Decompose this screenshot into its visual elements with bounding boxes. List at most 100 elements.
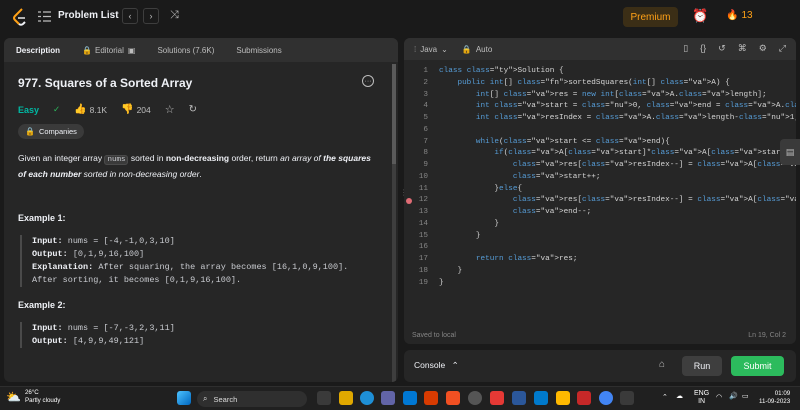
desc-bold: non-decreasing bbox=[165, 153, 230, 163]
output-label: Output: bbox=[32, 249, 68, 259]
format-braces-icon[interactable]: {} bbox=[700, 43, 706, 54]
tab-description[interactable]: Description bbox=[16, 46, 60, 55]
code-line[interactable]: 13 class="va">end--; bbox=[404, 207, 796, 219]
leetcode-taskbar-icon[interactable] bbox=[620, 391, 634, 405]
code-line[interactable]: 10 class="va">start++; bbox=[404, 172, 796, 184]
problem-list-icon[interactable] bbox=[38, 11, 51, 22]
code-line[interactable]: 5 int class="va">resIndex = class="va">A… bbox=[404, 113, 796, 125]
chevron-left-icon: ‹ bbox=[128, 11, 132, 21]
settings-gear-icon[interactable]: ⚙ bbox=[759, 43, 767, 54]
start-icon[interactable] bbox=[177, 391, 191, 405]
word-icon[interactable] bbox=[512, 391, 526, 405]
problem-description: Given an integer array nums sorted in no… bbox=[18, 151, 378, 181]
code-text: class="va">res[class="va">resIndex--] = … bbox=[512, 196, 796, 205]
code-line[interactable]: 18 } bbox=[404, 266, 796, 278]
description-scrollbar-thumb[interactable] bbox=[392, 64, 396, 164]
battery-icon[interactable]: ▭ bbox=[742, 392, 749, 400]
streak-count: 13 bbox=[741, 10, 753, 21]
prev-problem-button[interactable]: ‹ bbox=[122, 8, 138, 24]
like-count: 8.1K bbox=[89, 104, 108, 115]
clear-icon[interactable]: ⌂ bbox=[659, 359, 665, 370]
mail-icon[interactable] bbox=[403, 391, 417, 405]
premium-button[interactable]: Premium bbox=[623, 7, 678, 27]
code-line[interactable]: 2 public int[] class="fn">sortedSquares(… bbox=[404, 78, 796, 90]
office-icon[interactable] bbox=[424, 391, 438, 405]
language-select[interactable]: ⁞ Java ⌄ bbox=[414, 45, 448, 54]
code-line[interactable]: 16 bbox=[404, 242, 796, 254]
like-button[interactable]: 👍 8.1K bbox=[74, 104, 107, 115]
tab-label: Description bbox=[16, 45, 61, 55]
cloud-icon[interactable]: ☁ bbox=[676, 392, 683, 400]
chrome-icon[interactable] bbox=[599, 391, 613, 405]
code-area[interactable]: 1 class class="ty">Solution {2 public int… bbox=[404, 66, 796, 289]
vscode-icon[interactable] bbox=[534, 391, 548, 405]
code-line[interactable]: 11 }else{ bbox=[404, 184, 796, 196]
next-problem-button[interactable]: › bbox=[143, 8, 159, 24]
weather-widget[interactable]: ⛅ 26°C Partly cloudy bbox=[6, 389, 60, 405]
edge-icon[interactable] bbox=[360, 391, 374, 405]
explanation-value: After sorting, it becomes [0,1,9,16,100]… bbox=[32, 275, 242, 285]
code-line[interactable]: 3 int[] class="va">res = new int[class="… bbox=[404, 90, 796, 102]
dislike-button[interactable]: 👎 204 bbox=[121, 104, 151, 115]
star-icon[interactable]: ☆ bbox=[165, 103, 175, 116]
pdf-icon[interactable] bbox=[490, 391, 504, 405]
problem-list-link[interactable]: Problem List bbox=[58, 10, 119, 21]
code-editor-panel: ⁞ Java ⌄ 🔒 Auto ▯ {} ↺ ⌘ ⚙ ⤢ 1 class clas… bbox=[404, 38, 796, 344]
code-line[interactable]: 4 int class="va">start = class="nu">0, c… bbox=[404, 101, 796, 113]
code-line[interactable]: 7 while(class="va">start <= class="va">e… bbox=[404, 137, 796, 149]
code-line[interactable]: 14 } bbox=[404, 219, 796, 231]
more-options-icon[interactable]: ··· bbox=[362, 75, 374, 87]
file-explorer-icon[interactable] bbox=[339, 391, 353, 405]
difficulty-badge: Easy bbox=[18, 104, 40, 115]
code-text: class="va">start++; bbox=[512, 172, 601, 181]
code-line[interactable]: 1 class class="ty">Solution { bbox=[404, 66, 796, 78]
language-indicator[interactable]: ENG IN bbox=[694, 390, 709, 406]
lang-region: IN bbox=[698, 398, 706, 405]
code-text: } bbox=[439, 266, 463, 275]
run-button[interactable]: Run bbox=[682, 356, 722, 376]
line-number: 7 bbox=[423, 137, 428, 146]
code-line[interactable]: 8 if(class="va">A[class="va">start]*clas… bbox=[404, 148, 796, 160]
task-view-icon[interactable] bbox=[317, 391, 331, 405]
submit-button[interactable]: Submit bbox=[731, 356, 784, 376]
bookmark-icon[interactable]: ▯ bbox=[683, 43, 688, 54]
fullscreen-icon[interactable]: ⤢ bbox=[779, 43, 786, 54]
tray-chevron-up-icon[interactable]: ⌃ bbox=[662, 393, 668, 401]
autocomplete-mode[interactable]: 🔒 Auto bbox=[462, 45, 492, 54]
wifi-icon[interactable]: ◠ bbox=[716, 393, 722, 401]
example-2-title: Example 2: bbox=[18, 300, 66, 310]
shuffle-icon[interactable]: ⤨ bbox=[170, 9, 179, 22]
problem-meta: Easy ✓ 👍 8.1K 👎 204 ☆ ↻ bbox=[18, 103, 211, 116]
reset-icon[interactable]: ↺ bbox=[718, 43, 726, 54]
streak-counter[interactable]: 🔥 13 bbox=[726, 10, 753, 21]
volume-icon[interactable]: 🔊 bbox=[729, 392, 738, 400]
app-icon[interactable] bbox=[446, 391, 460, 405]
timer-icon[interactable]: ⏰ bbox=[692, 8, 708, 24]
powerpoint-icon[interactable] bbox=[577, 391, 591, 405]
code-line[interactable]: 15 } bbox=[404, 231, 796, 243]
desc-text: . bbox=[199, 169, 202, 179]
code-line[interactable]: 19} bbox=[404, 278, 796, 290]
console-bar: Console ⌃ ⌂ Run Submit bbox=[404, 350, 796, 382]
code-line[interactable]: 9 class="va">res[class="va">resIndex--] … bbox=[404, 160, 796, 172]
companies-tag[interactable]: 🔒 Companies bbox=[18, 124, 84, 139]
line-number: 10 bbox=[418, 172, 428, 181]
save-status: Saved to local bbox=[412, 332, 456, 339]
editor-toolbar: ⁞ Java ⌄ 🔒 Auto ▯ {} ↺ ⌘ ⚙ ⤢ bbox=[404, 38, 796, 60]
code-line[interactable]: 17 return class="va">res; bbox=[404, 254, 796, 266]
media-icon[interactable] bbox=[468, 391, 482, 405]
tab-submissions[interactable]: Submissions bbox=[236, 46, 281, 55]
notes-side-tab[interactable]: ▤ bbox=[780, 139, 800, 165]
code-line[interactable]: 6 bbox=[404, 125, 796, 137]
console-toggle[interactable]: Console ⌃ bbox=[414, 360, 459, 371]
notes-app-icon[interactable] bbox=[556, 391, 570, 405]
taskbar-search[interactable]: ⌕ Search bbox=[197, 391, 307, 407]
tab-editorial[interactable]: 🔒 Editorial ▣ bbox=[82, 46, 135, 55]
system-clock[interactable]: 01:09 11-09-2023 bbox=[759, 390, 790, 406]
teams-icon[interactable] bbox=[381, 391, 395, 405]
shortcut-icon[interactable]: ⌘ bbox=[738, 43, 747, 54]
share-icon[interactable]: ↻ bbox=[189, 104, 197, 115]
code-line[interactable]: 12 class="va">res[class="va">resIndex--]… bbox=[404, 195, 796, 207]
leetcode-logo-icon[interactable] bbox=[12, 8, 28, 26]
tab-solutions[interactable]: Solutions (7.6K) bbox=[157, 46, 214, 55]
